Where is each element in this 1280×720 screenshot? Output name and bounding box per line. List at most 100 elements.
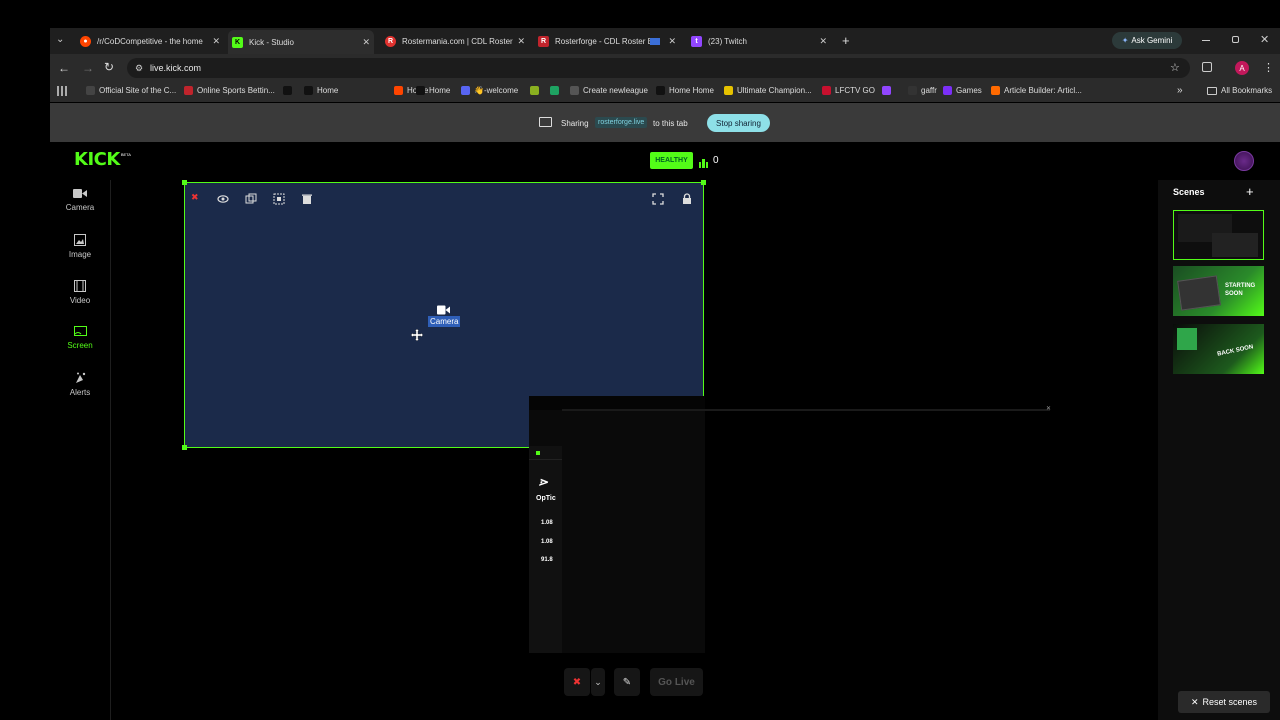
lfc-icon [822, 86, 831, 95]
bookmark-item[interactable]: Home [416, 86, 450, 95]
sidebar-item-image[interactable]: Image [60, 234, 100, 259]
x-icon [283, 86, 292, 95]
tab-search-button[interactable]: ⌄ [56, 34, 68, 46]
resize-handle[interactable] [182, 180, 187, 185]
bookmark-item[interactable]: Create newleague [570, 86, 648, 95]
reset-scenes-button[interactable]: ✕ Reset scenes [1178, 691, 1270, 713]
user-avatar[interactable] [1234, 151, 1254, 171]
pencil-icon: ✎ [622, 676, 632, 688]
forward-button[interactable]: → [82, 61, 94, 75]
restore-button[interactable] [1232, 36, 1239, 43]
sidebar-item-screen[interactable]: Screen [60, 326, 100, 350]
screen-share-close-icon[interactable]: ✕ [1046, 405, 1051, 412]
bookmarks-overflow[interactable]: » [1177, 85, 1183, 96]
minimize-button[interactable] [1202, 40, 1210, 41]
new-tab-button[interactable]: + [842, 33, 850, 48]
bookmark-label: Ultimate Champion... [737, 86, 812, 95]
extensions-icon[interactable] [1202, 62, 1212, 72]
scene-label: STARTING SOON [1225, 283, 1256, 297]
screen-share-topbar [529, 396, 705, 410]
scene-thumbnail-2[interactable]: STARTING SOON [1173, 266, 1264, 316]
ask-gemini-button[interactable]: ✦ Ask Gemini [1112, 32, 1182, 49]
optic-logo-icon: ⋗ [538, 475, 549, 489]
sidebar-item-alerts[interactable]: Alerts [60, 372, 100, 397]
bookmark-item[interactable]: LFCTV GO [822, 86, 875, 95]
bookmark-label: Home Home [669, 86, 714, 95]
resize-handle[interactable] [701, 180, 706, 185]
scene-thumbnail-1[interactable] [1173, 210, 1264, 260]
site-info-icon[interactable]: ⚙ [135, 63, 143, 74]
close-window-button[interactable]: ✕ [1260, 33, 1269, 46]
mic-dropdown-button[interactable]: ⌄ [591, 668, 605, 696]
kick-logo[interactable]: KICK BETA [74, 150, 131, 170]
scene-image [1177, 328, 1197, 350]
bookmark-item[interactable]: Home Home [656, 86, 714, 95]
sidebar-item-camera[interactable]: Camera [60, 188, 100, 212]
layer-order-icon[interactable] [273, 192, 285, 205]
bookmark-item[interactable]: Online Sports Bettin... [184, 86, 275, 95]
preview-logo-icon [536, 450, 540, 455]
bookmark-item[interactable]: Article Builder: Articl... [991, 86, 1082, 95]
share-screen-icon [539, 117, 552, 127]
reload-button[interactable]: ↻ [104, 60, 114, 74]
menu-icon[interactable]: ⋮ [1263, 61, 1274, 74]
duplicate-icon[interactable] [245, 192, 257, 204]
bookmark-item[interactable] [550, 86, 563, 95]
bookmark-item[interactable]: Games [943, 86, 982, 95]
edit-stream-button[interactable]: ✎ [614, 668, 640, 696]
apps-grid-icon[interactable] [57, 86, 67, 96]
close-icon[interactable]: ✕ [362, 37, 370, 48]
back-button[interactable]: ← [58, 61, 70, 75]
tab-label: Rosterforge - CDL Roster B [555, 36, 653, 46]
url-text[interactable]: live.kick.com [150, 63, 201, 73]
close-icon[interactable]: ✕ [668, 36, 676, 47]
tab-rosterforge[interactable]: R Rosterforge - CDL Roster B ✕ [538, 31, 676, 51]
close-icon[interactable]: ✕ [819, 36, 827, 47]
film-icon [74, 280, 86, 292]
go-live-button[interactable]: Go Live [650, 668, 703, 696]
stop-sharing-button[interactable]: Stop sharing [707, 114, 770, 132]
screen-cast-icon [73, 326, 87, 336]
resize-handle[interactable] [182, 445, 187, 450]
add-scene-button[interactable]: + [1246, 184, 1254, 199]
bookmark-item[interactable]: gaffr [908, 86, 937, 95]
eye-icon[interactable] [217, 192, 229, 204]
bookmark-item[interactable] [882, 86, 895, 95]
screen-share-preview: ⋗ OpTic 1.08 1.08 91.8 [529, 446, 562, 653]
gemini-icon: ✦ [1121, 36, 1129, 45]
bookmark-item[interactable]: Official Site of the C... [86, 86, 176, 95]
tab-twitch[interactable]: t (23) Twitch ✕ [691, 31, 829, 51]
mute-icon[interactable]: ✖ [191, 192, 203, 204]
beta-badge: BETA [120, 152, 131, 157]
health-badge: HEALTHY [650, 152, 693, 169]
profile-avatar[interactable]: A [1235, 61, 1249, 75]
mic-mute-button[interactable]: ✖ [564, 668, 590, 696]
bookmark-item[interactable]: Ultimate Champion... [724, 86, 812, 95]
all-bookmarks-button[interactable]: All Bookmarks [1207, 86, 1272, 95]
kick-icon: K [232, 36, 243, 48]
tab-rostermania[interactable]: R Rostermania.com | CDL Roster ✕ [385, 31, 525, 51]
close-icon[interactable]: ✕ [212, 36, 220, 47]
alerts-icon [75, 372, 85, 383]
bookmark-item[interactable] [530, 86, 543, 95]
preview-header [529, 446, 562, 460]
tab-codcompetitive[interactable]: ● /r/CoDCompetitive - the home ✕ [80, 31, 220, 51]
fullscreen-icon[interactable] [652, 192, 664, 205]
bookmark-item[interactable]: 👋-welcome [461, 86, 518, 95]
sidebar-label: Screen [67, 341, 93, 350]
sidebar-item-video[interactable]: Video [60, 280, 100, 305]
address-bar[interactable] [127, 58, 1190, 78]
bookmark-item[interactable] [283, 86, 296, 95]
tab-kick-studio[interactable]: K Kick - Studio ✕ [228, 30, 374, 54]
trash-icon[interactable] [301, 192, 313, 204]
close-icon[interactable]: ✕ [517, 36, 525, 47]
lock-icon[interactable] [681, 192, 693, 204]
sidebar-label: Alerts [69, 388, 91, 397]
bookmark-label: Official Site of the C... [99, 86, 177, 95]
x-icon: ✕ [1190, 696, 1199, 707]
scene-thumbnail-3[interactable]: BACK SOON [1173, 324, 1264, 374]
tab-label: Rostermania.com | CDL Roster [402, 36, 513, 46]
bookmark-star-icon[interactable]: ☆ [1170, 61, 1180, 74]
bookmark-item[interactable]: Home [304, 86, 338, 95]
tab-label: (23) Twitch [708, 36, 747, 46]
